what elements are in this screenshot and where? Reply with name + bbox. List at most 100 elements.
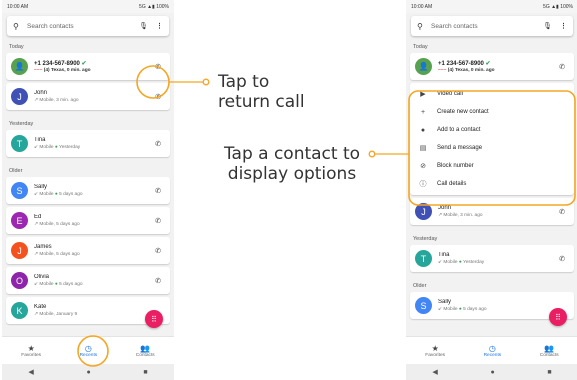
contact-name: John: [34, 90, 48, 97]
call-row[interactable]: T Tina ↙ Mobile ● Yesterday ✆: [410, 245, 574, 272]
contact-name: Sally: [34, 184, 48, 191]
nav-recents[interactable]: ◷ Recents: [80, 344, 98, 358]
status-time: 10:00 AM: [7, 3, 29, 10]
contact-name: +1 234-567-8900 ✔: [438, 60, 491, 67]
avatar: 👤: [11, 58, 28, 75]
bottom-nav: ★ Favorites ◷ Recents 👥 Contacts: [406, 336, 577, 364]
search-bar[interactable]: ⚲ Search contacts 🎙 ⋮: [411, 16, 573, 36]
status-bar: 10:00 AM 5G ▲▮ 100%: [2, 0, 174, 13]
clock-icon: ◷: [488, 343, 496, 353]
message-icon: ▤: [419, 145, 427, 152]
call-icon[interactable]: ✆: [152, 277, 164, 285]
call-icon[interactable]: ✆: [152, 140, 164, 148]
section-older: Older: [413, 283, 427, 289]
video-icon: ▶: [420, 91, 426, 98]
info-icon: ⓘ: [419, 181, 427, 188]
contact-name: James: [34, 244, 52, 251]
home-icon[interactable]: ●: [86, 369, 90, 376]
call-row[interactable]: J John ↗ Mobile, 3 min. ago ✆: [6, 83, 170, 110]
status-bar: 10:00 AM 5G ▲▮ 100%: [406, 0, 577, 13]
home-icon[interactable]: ●: [490, 369, 494, 376]
call-row[interactable]: J John ↗ Mobile, 3 min. ago ✆: [410, 198, 574, 225]
menu-add-to-contact[interactable]: ● Add to a contact: [410, 121, 574, 139]
menu-video-call[interactable]: ▶ Video call: [410, 85, 574, 103]
call-icon[interactable]: ✆: [152, 93, 164, 101]
back-icon[interactable]: ◀: [28, 368, 33, 376]
call-row[interactable]: 👤 +1 234-567-8900 ✔ ~~~ (4) Texas, 0 min…: [410, 53, 574, 80]
person-add-icon: +: [420, 108, 426, 116]
call-detail: ~~~ (4) Texas, 0 min. ago: [438, 68, 495, 74]
call-row[interactable]: T Tina ↙ Mobile ● Yesterday ✆: [6, 130, 170, 157]
more-options-icon[interactable]: ⋮: [560, 22, 567, 30]
contact-name: +1 234-567-8900 ✔: [34, 60, 87, 67]
avatar: 👤: [415, 58, 432, 75]
call-detail: ↗ Mobile, 5 days ago: [34, 221, 80, 227]
mic-icon[interactable]: 🎙: [543, 22, 552, 30]
contact-name: John: [438, 205, 452, 212]
call-row[interactable]: S Sally ↙ Mobile ● 5 days ago ✆: [6, 177, 170, 204]
phone-screen-right: 10:00 AM 5G ▲▮ 100% ⚲ Search contacts 🎙 …: [406, 0, 577, 380]
callout-line: display options: [227, 164, 357, 184]
callout-line: return call: [218, 92, 305, 112]
search-bar[interactable]: ⚲ Search contacts 🎙 ⋮: [7, 16, 169, 36]
mic-icon[interactable]: 🎙: [139, 22, 148, 30]
contact-name: Sally: [438, 299, 452, 306]
contact-name: Tina: [438, 252, 450, 259]
back-icon[interactable]: ◀: [432, 368, 437, 376]
search-input[interactable]: Search contacts: [431, 23, 478, 30]
avatar: S: [415, 297, 432, 314]
call-row[interactable]: O Olivia ↙ Mobile ● 5 days ago ✆: [6, 267, 170, 294]
callout-options: Tap a contact to display options: [216, 144, 368, 184]
callout-return-call: Tap to return call: [218, 72, 305, 112]
call-detail: ↗ Mobile, 3 min. ago: [438, 212, 483, 218]
system-nav: ◀ ● ■: [2, 364, 174, 380]
call-detail: ↗ Mobile, 5 days ago: [34, 251, 80, 257]
avatar: J: [11, 88, 28, 105]
search-icon: ⚲: [13, 21, 19, 31]
call-row[interactable]: 👤 +1 234-567-8900 ✔ ~~~ (4) Texas, 0 min…: [6, 53, 170, 80]
status-icons: 5G ▲▮ 100%: [543, 3, 573, 10]
call-detail: ↙ Mobile ● 5 days ago: [34, 191, 83, 197]
call-detail: ↙ Mobile ● Yesterday: [34, 144, 81, 150]
call-icon[interactable]: ✆: [556, 208, 568, 216]
menu-block-number[interactable]: ⊘ Block number: [410, 157, 574, 175]
call-row[interactable]: J James ↗ Mobile, 5 days ago ✆: [6, 237, 170, 264]
status-time: 10:00 AM: [411, 3, 433, 10]
system-nav: ◀ ● ■: [406, 364, 577, 380]
search-input[interactable]: Search contacts: [27, 23, 74, 30]
clock-icon: ◷: [84, 343, 92, 353]
menu-call-details[interactable]: ⓘ Call details: [410, 175, 574, 193]
call-icon[interactable]: ✆: [556, 63, 568, 71]
contact-name: Olivia: [34, 274, 50, 281]
avatar: J: [415, 203, 432, 220]
overview-icon[interactable]: ■: [143, 369, 147, 376]
call-icon[interactable]: ✆: [152, 63, 164, 71]
call-icon[interactable]: ✆: [556, 255, 568, 263]
dialpad-fab-icon[interactable]: ⠿: [145, 310, 163, 328]
battery-label: 100%: [156, 3, 169, 10]
menu-create-contact[interactable]: + Create new contact: [410, 103, 574, 121]
battery-label: 100%: [560, 3, 573, 10]
search-icon: ⚲: [417, 21, 423, 31]
menu-send-message[interactable]: ▤ Send a message: [410, 139, 574, 157]
avatar: K: [11, 302, 28, 319]
nav-contacts[interactable]: 👥 Contacts: [136, 344, 155, 358]
overview-icon[interactable]: ■: [547, 369, 551, 376]
more-options-icon[interactable]: ⋮: [156, 22, 163, 30]
nav-favorites[interactable]: ★ Favorites: [21, 344, 41, 358]
status-icons: 5G ▲▮ 100%: [139, 3, 169, 10]
phone-screen-left: 10:00 AM 5G ▲▮ 100% ⚲ Search contacts 🎙 …: [2, 0, 174, 380]
avatar: O: [11, 272, 28, 289]
call-icon[interactable]: ✆: [152, 217, 164, 225]
nav-contacts[interactable]: 👥 Contacts: [540, 344, 559, 358]
bottom-nav: ★ Favorites ◷ Recents 👥 Contacts: [2, 336, 174, 364]
call-icon[interactable]: ✆: [152, 187, 164, 195]
nav-recents[interactable]: ◷ Recents: [484, 344, 502, 358]
nav-favorites[interactable]: ★ Favorites: [425, 344, 445, 358]
dialpad-fab-icon[interactable]: ⠿: [549, 308, 567, 326]
call-detail: ↙ Mobile ● 5 days ago: [34, 281, 83, 287]
contact-name: Ed: [34, 214, 42, 221]
call-icon[interactable]: ✆: [152, 247, 164, 255]
call-row[interactable]: E Ed ↗ Mobile, 5 days ago ✆: [6, 207, 170, 234]
call-detail: ↙ Mobile ● 5 days ago: [438, 306, 487, 312]
